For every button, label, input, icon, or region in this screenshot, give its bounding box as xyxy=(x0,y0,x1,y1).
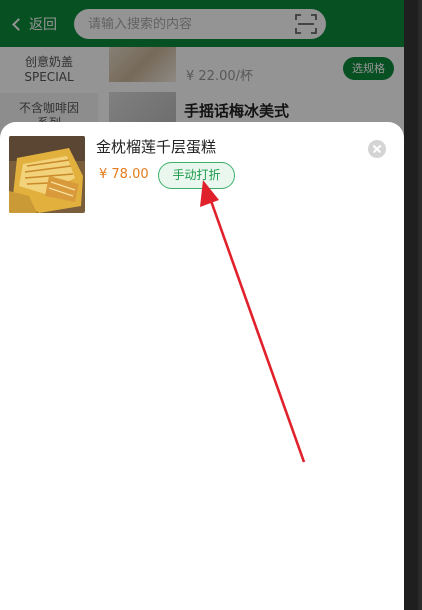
manual-discount-button[interactable]: 手动打折 xyxy=(158,162,235,189)
product-title: 金枕榴莲千层蛋糕 xyxy=(96,138,217,156)
background-app: 返回 创意奶盖 SPECIAL 不含咖啡因 系列 ¥ 22.00/杯 选规格 手… xyxy=(0,0,404,610)
window-edge xyxy=(418,0,422,610)
product-detail-sheet: 金枕榴莲千层蛋糕 ¥ 78.00 手动打折 xyxy=(0,122,404,610)
product-thumbnail xyxy=(9,136,85,213)
close-icon[interactable] xyxy=(368,140,386,158)
product-price: ¥ 78.00 xyxy=(99,167,149,182)
